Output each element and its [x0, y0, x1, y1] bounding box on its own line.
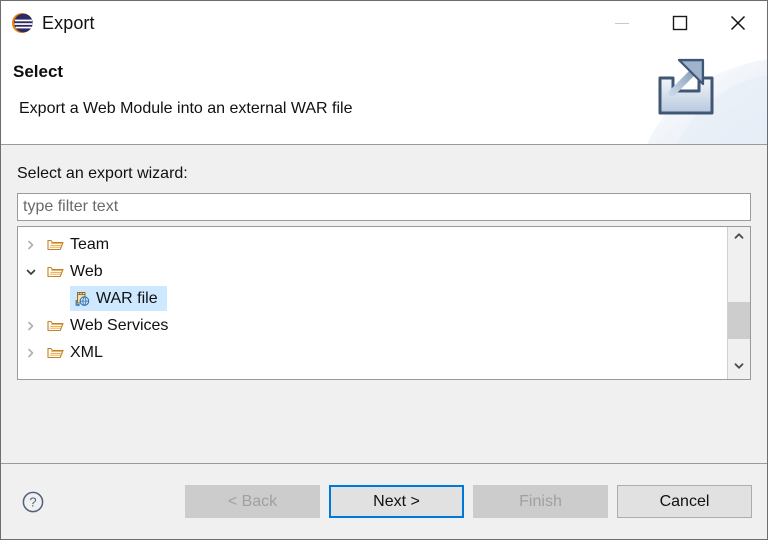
folder-icon	[44, 237, 66, 252]
wizard-tree: Team Web WAR file Web Services XML	[17, 226, 751, 380]
scroll-up-button[interactable]	[728, 227, 750, 249]
chevron-right-icon[interactable]	[18, 348, 44, 358]
folder-icon	[44, 318, 66, 333]
maximize-icon	[671, 14, 689, 32]
scroll-down-button[interactable]	[728, 357, 750, 379]
page-title: Select	[13, 62, 64, 81]
tree-item-war-file[interactable]: WAR file	[18, 285, 727, 312]
title-bar: Export	[1, 1, 767, 45]
tree-item-label: Web	[70, 262, 103, 280]
maximize-button[interactable]	[651, 1, 709, 45]
svg-text:?: ?	[29, 495, 36, 510]
help-button[interactable]: ?	[21, 490, 45, 514]
cancel-button[interactable]: Cancel	[617, 485, 752, 518]
title-bar-left: Export	[1, 12, 593, 34]
tree-item-label: WAR file	[96, 289, 158, 307]
filter-input[interactable]	[17, 193, 751, 221]
next-button[interactable]: Next >	[329, 485, 464, 518]
folder-icon	[44, 345, 66, 360]
chevron-down-icon[interactable]	[18, 267, 44, 277]
tree-item-selection: WAR file	[70, 286, 167, 311]
scroll-thumb[interactable]	[728, 302, 750, 339]
finish-button-label: Finish	[519, 492, 562, 510]
wizard-body: Select an export wizard: type filter tex…	[1, 145, 767, 463]
tree-item-team[interactable]: Team	[18, 231, 727, 258]
back-button-label: < Back	[227, 492, 278, 510]
chevron-up-icon	[733, 229, 745, 247]
tree-item-label: Team	[70, 235, 110, 253]
chevron-right-icon[interactable]	[18, 321, 44, 331]
back-button[interactable]: < Back	[185, 485, 320, 518]
scroll-track[interactable]	[728, 249, 750, 357]
window-title: Export	[42, 12, 95, 33]
tree-item-web[interactable]: Web	[18, 258, 727, 285]
tree-item-web-services[interactable]: Web Services	[18, 312, 727, 339]
eclipse-icon	[11, 12, 33, 34]
chevron-right-icon[interactable]	[18, 240, 44, 250]
minimize-icon	[613, 17, 631, 29]
wizard-footer: ? < Back Next > Finish Cancel	[1, 463, 767, 539]
select-wizard-label: Select an export wizard:	[17, 165, 188, 182]
chevron-down-icon	[733, 359, 745, 377]
close-icon	[728, 13, 748, 33]
export-wizard-dialog: Export Select Export a Web Module into a…	[0, 0, 768, 540]
finish-button[interactable]: Finish	[473, 485, 608, 518]
wizard-tree-list[interactable]: Team Web WAR file Web Services XML	[18, 227, 727, 379]
tree-vertical-scrollbar[interactable]	[727, 227, 750, 379]
window-controls	[593, 1, 767, 45]
close-button[interactable]	[709, 1, 767, 45]
page-description: Export a Web Module into an external WAR…	[19, 100, 353, 117]
tree-item-label: Web Services	[70, 316, 169, 334]
wizard-button-row: < Back Next > Finish Cancel	[185, 485, 752, 518]
help-question-icon: ?	[21, 490, 45, 514]
cancel-button-label: Cancel	[659, 492, 710, 510]
wizard-header: Select Export a Web Module into an exter…	[1, 45, 767, 145]
next-button-label: Next >	[373, 492, 420, 510]
export-banner	[637, 45, 767, 144]
minimize-button[interactable]	[593, 1, 651, 45]
folder-icon	[44, 264, 66, 279]
war-file-icon	[70, 291, 92, 307]
tree-item-label: XML	[70, 343, 103, 361]
export-tray-arrow-icon	[637, 45, 767, 144]
tree-item-xml[interactable]: XML	[18, 339, 727, 366]
